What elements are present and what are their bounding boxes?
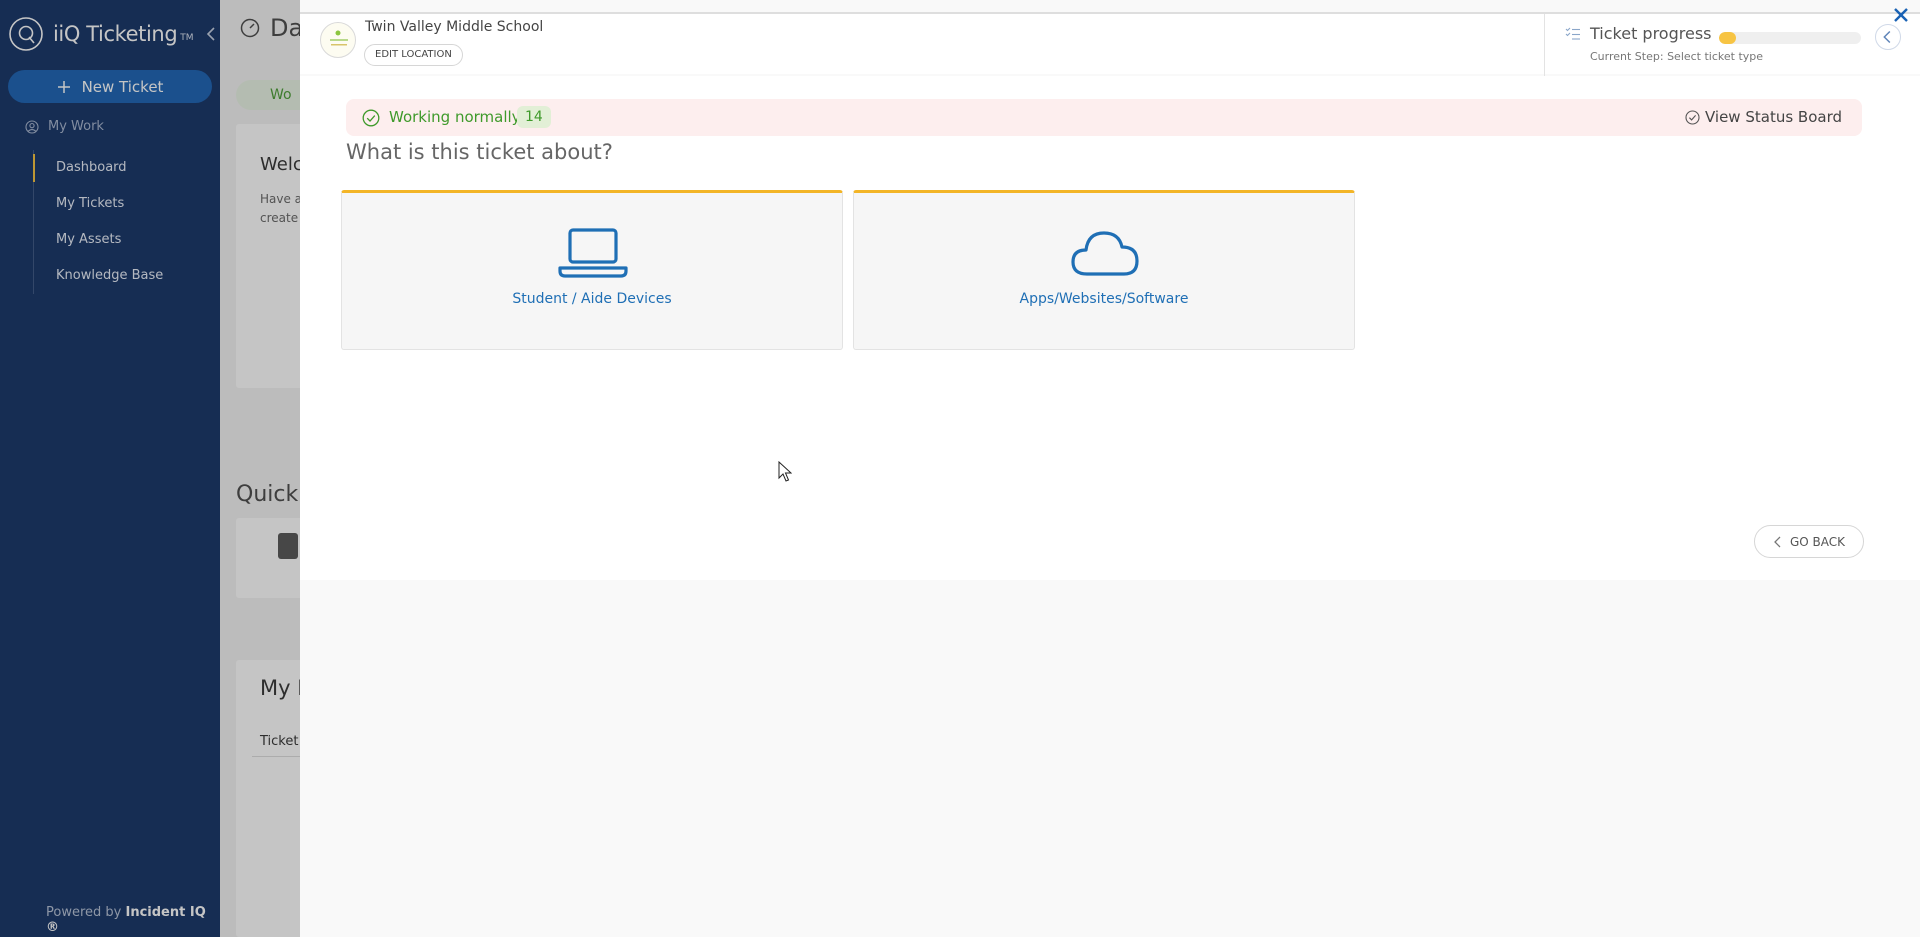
- go-back-button[interactable]: GO BACK: [1754, 525, 1864, 558]
- ticket-progress-bar: [1719, 32, 1861, 44]
- current-step-label: Current Step:: [1590, 50, 1664, 63]
- close-modal-icon[interactable]: [1890, 4, 1912, 26]
- system-status-bar: Working normally 14 View Status Board: [346, 99, 1862, 136]
- chevron-left-icon: [1774, 536, 1781, 547]
- progress-toggle-button[interactable]: [1875, 24, 1901, 50]
- view-status-board-label: View Status Board: [1704, 108, 1842, 126]
- ticket-type-label: Student / Aide Devices: [512, 291, 672, 307]
- ticket-progress-title: Ticket progress: [1590, 24, 1712, 43]
- ticket-type-label: Apps/Websites/Software: [1019, 291, 1189, 307]
- current-step-value: Select ticket type: [1667, 50, 1764, 63]
- chevron-left-icon: [1883, 30, 1891, 44]
- check-circle-icon: [362, 109, 380, 127]
- location-avatar: [320, 22, 356, 58]
- current-step: Current Step: Select ticket type: [1590, 50, 1763, 63]
- view-status-board-link[interactable]: View Status Board: [1685, 108, 1842, 126]
- ticket-progress-panel: Ticket progress Current Step: Select tic…: [1544, 14, 1920, 76]
- checklist-icon: [1565, 27, 1580, 40]
- status-count-badge: 14: [517, 106, 551, 128]
- school-logo-icon: [330, 30, 348, 46]
- status-text: Working normally: [389, 108, 521, 126]
- laptop-icon: [558, 228, 628, 278]
- modal-header: Twin Valley Middle School EDIT LOCATION …: [300, 12, 1920, 76]
- location-name: Twin Valley Middle School: [365, 19, 544, 35]
- ticket-type-student-aide-devices[interactable]: Student / Aide Devices: [341, 190, 843, 350]
- go-back-label: GO BACK: [1789, 534, 1846, 549]
- new-ticket-modal: Twin Valley Middle School EDIT LOCATION …: [300, 0, 1920, 937]
- ticket-type-apps-websites-software[interactable]: Apps/Websites/Software: [853, 190, 1355, 350]
- ticket-type-question: What is this ticket about?: [346, 140, 613, 164]
- ticket-progress-fill: [1719, 32, 1737, 44]
- edit-location-button[interactable]: EDIT LOCATION: [364, 44, 463, 66]
- cloud-icon: [1071, 231, 1139, 276]
- check-circle-outline-icon: [1685, 109, 1700, 125]
- mouse-cursor-icon: [778, 461, 792, 482]
- modal-body: Working normally 14 View Status Board Wh…: [300, 76, 1920, 580]
